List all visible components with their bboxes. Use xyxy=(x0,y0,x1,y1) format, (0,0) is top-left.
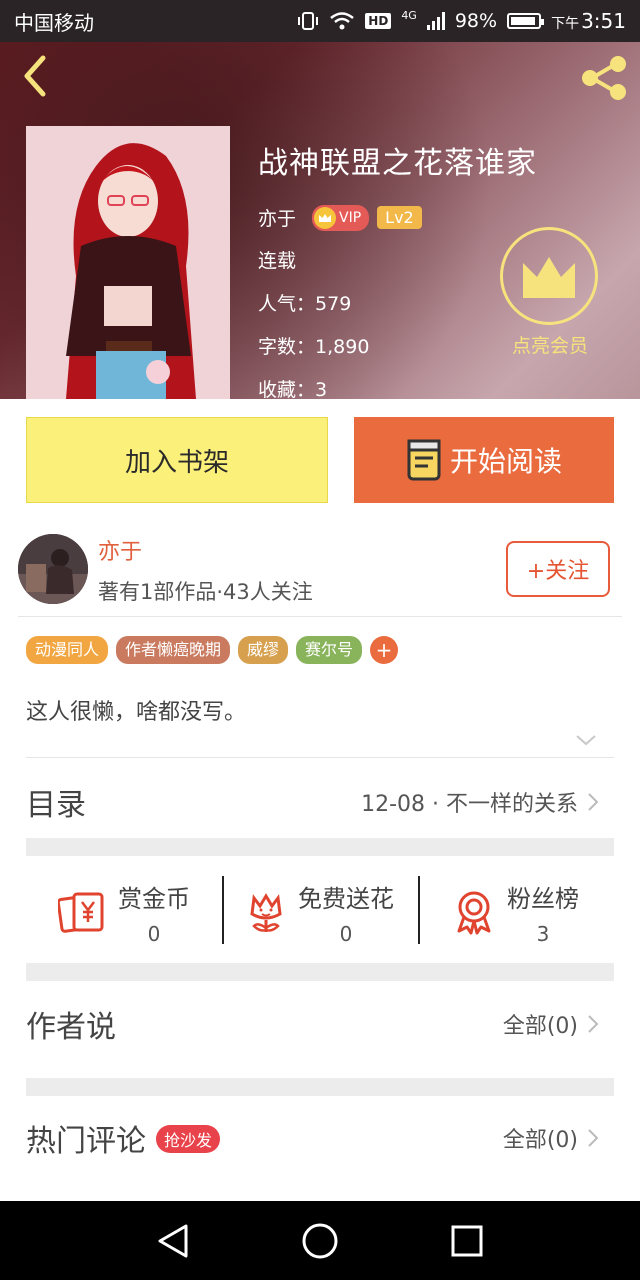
section-separator xyxy=(26,963,614,981)
hot-comments-label: 热门评论 抢沙发 xyxy=(26,1116,221,1160)
section-separator xyxy=(26,838,614,856)
clock: 下午 3:51 xyxy=(551,9,626,33)
member-label: 点亮会员 xyxy=(511,335,588,357)
gold-coin-reward[interactable]: 赏金币 0 xyxy=(26,862,222,962)
chevron-right-icon xyxy=(588,1129,599,1147)
chevron-right-icon xyxy=(588,1015,599,1033)
flower-icon xyxy=(250,893,282,932)
chevron-left-icon xyxy=(24,55,46,97)
author-says-all: 全部(0) xyxy=(502,1014,578,1039)
back-button[interactable] xyxy=(12,54,56,98)
vip-badge: VIP xyxy=(312,204,370,231)
fan-ranking-reward[interactable]: 粉丝榜 3 xyxy=(418,862,614,962)
chevron-down-icon[interactable] xyxy=(574,730,598,750)
carrier-name: 中国移动 xyxy=(14,10,94,35)
reward-value: 0 xyxy=(147,921,161,946)
hd-badge: HD xyxy=(365,13,392,29)
member-button[interactable]: 点亮会员 xyxy=(500,227,600,358)
divider xyxy=(18,616,622,617)
book-cover[interactable] xyxy=(26,126,230,399)
status-bar: 中国移动 HD 4G 98% 下午 3:51 xyxy=(0,0,640,42)
square-recents-icon xyxy=(451,1225,483,1256)
book-author-line: 亦于 VIP Lv2 xyxy=(258,204,537,231)
reward-label: 粉丝榜 xyxy=(507,884,579,913)
book-status: 连载 xyxy=(258,250,297,272)
reward-value: 3 xyxy=(536,921,550,946)
share-button[interactable] xyxy=(578,54,630,102)
circle-home-icon xyxy=(302,1223,338,1258)
follow-button[interactable]: +关注 xyxy=(506,541,610,597)
nav-home-button[interactable] xyxy=(290,1211,350,1271)
nav-recents-button[interactable] xyxy=(437,1211,497,1271)
catalog-label: 目录 xyxy=(26,788,86,823)
reward-bar: 赏金币 0 免费送花 0 粉丝榜 3 xyxy=(26,862,614,962)
crown-icon xyxy=(523,257,575,298)
tag[interactable]: 赛尔号 xyxy=(296,636,363,664)
author-meta: 著有1部作品·43人关注 xyxy=(98,580,313,604)
section-separator xyxy=(26,1078,614,1096)
chevron-right-icon xyxy=(588,793,599,811)
book-intro: 这人很懒，啥都没写。 xyxy=(26,700,247,725)
battery-percent: 98% xyxy=(454,10,498,32)
share-icon xyxy=(582,56,626,100)
red-envelope-yen-icon xyxy=(58,892,104,933)
network-type: 4G xyxy=(401,8,417,22)
free-flower-reward[interactable]: 免费送花 0 xyxy=(222,862,418,962)
hot-comments-all: 全部(0) xyxy=(502,1128,578,1153)
start-reading-button[interactable]: 开始阅读 xyxy=(354,417,614,503)
author-name[interactable]: 亦于 xyxy=(98,534,142,566)
tag[interactable]: 动漫同人 xyxy=(26,636,109,664)
vip-crown-icon xyxy=(314,206,337,229)
book-word-count: 字数：1,890 xyxy=(258,336,370,358)
book-author[interactable]: 亦于 xyxy=(258,204,296,231)
medal-icon xyxy=(457,891,491,935)
book-info: 战神联盟之花落谁家 亦于 VIP Lv2 连载 人气：579 字数：1,890 … xyxy=(258,138,537,399)
book-title: 战神联盟之花落谁家 xyxy=(258,146,537,181)
tag-list: 动漫同人 作者懒癌晚期 威缪 赛尔号 + xyxy=(26,636,399,664)
nav-back-button[interactable] xyxy=(143,1211,203,1271)
divider xyxy=(26,757,614,758)
author-card: 亦于 著有1部作品·43人关注 +关注 xyxy=(18,532,618,616)
triangle-back-icon xyxy=(158,1224,188,1257)
add-to-shelf-button[interactable]: 加入书架 xyxy=(26,417,328,503)
signal-icon xyxy=(426,12,445,30)
reward-label: 免费送花 xyxy=(298,884,394,913)
tag[interactable]: 作者懒癌晚期 xyxy=(116,636,231,664)
book-favorites: 收藏：3 xyxy=(258,379,328,399)
start-reading-label: 开始阅读 xyxy=(449,445,562,478)
avatar[interactable] xyxy=(18,534,88,604)
add-tag-button[interactable]: + xyxy=(370,636,399,664)
book-icon xyxy=(407,439,441,481)
sofa-badge: 抢沙发 xyxy=(156,1124,221,1153)
book-popularity: 人气：579 xyxy=(258,293,352,315)
tag[interactable]: 威缪 xyxy=(238,636,289,664)
level-badge: Lv2 xyxy=(377,206,422,229)
cover-illustration xyxy=(26,126,230,399)
book-header: 战神联盟之花落谁家 亦于 VIP Lv2 连载 人气：579 字数：1,890 … xyxy=(0,42,640,399)
reward-label: 赏金币 xyxy=(118,884,190,913)
system-nav-bar xyxy=(0,1201,640,1280)
battery-icon xyxy=(507,13,545,29)
author-says-label: 作者说 xyxy=(26,1010,116,1045)
vibrate-icon xyxy=(298,12,319,30)
action-buttons: 加入书架 开始阅读 xyxy=(26,417,614,505)
latest-chapter: 12-08 · 不一样的关系 xyxy=(361,792,578,817)
reward-value: 0 xyxy=(339,921,353,946)
wifi-icon xyxy=(330,12,355,30)
